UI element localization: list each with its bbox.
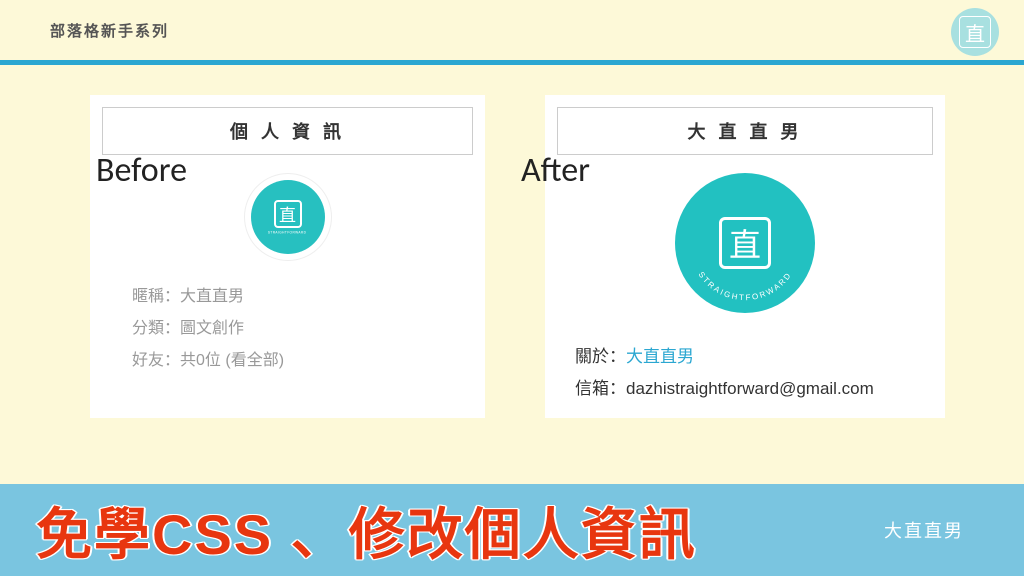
before-panel-title: 個 人 資 訊 [102,107,473,155]
before-avatar-icon: 直 STRAIGHTFORWARD [244,173,332,261]
brand-logo-char: 直 [959,16,991,48]
email-row: 信箱：dazhistraightforward@gmail.com [575,373,933,405]
category-row: 分類：圖文創作 [132,313,473,345]
after-label: After [521,150,590,191]
after-info: 關於：大直直男 信箱：dazhistraightforward@gmail.co… [557,341,933,406]
svg-text:STRAIGHTFORWARD: STRAIGHTFORWARD [696,270,793,302]
before-card: 個 人 資 訊 Before 直 STRAIGHTFORWARD 暱稱：大直直男… [90,95,485,418]
about-row: 關於：大直直男 [575,341,933,373]
after-avatar-icon: 直 STRAIGHTFORWARD [675,173,815,313]
after-card: 大 直 直 男 After 直 STRAIGHTFORWARD 關於：大直直男 … [545,95,945,418]
footer-headline: 免學CSS 、修改個人資訊 [36,490,697,571]
logo-char-icon: 直 [719,217,771,269]
nickname-row: 暱稱：大直直男 [132,281,473,313]
header-bar: 部落格新手系列 直 [0,0,1024,60]
before-label: Before [96,150,187,191]
after-panel-title: 大 直 直 男 [557,107,933,155]
brand-logo-icon: 直 [951,8,999,56]
about-link[interactable]: 大直直男 [626,347,694,366]
footer-banner: 免學CSS 、修改個人資訊 大直直男 [0,484,1024,576]
logo-subtext: STRAIGHTFORWARD [268,230,307,234]
series-title: 部落格新手系列 [50,20,1024,41]
comparison-content: 個 人 資 訊 Before 直 STRAIGHTFORWARD 暱稱：大直直男… [0,65,1024,418]
logo-char-icon: 直 [274,200,302,228]
logo-subtext-curve: STRAIGHTFORWARD [675,267,815,307]
before-info: 暱稱：大直直男 分類：圖文創作 好友：共0位 (看全部) [102,281,473,377]
after-avatar-wrap: 直 STRAIGHTFORWARD [557,173,933,313]
footer-author: 大直直男 [884,517,964,543]
friends-row: 好友：共0位 (看全部) [132,345,473,377]
